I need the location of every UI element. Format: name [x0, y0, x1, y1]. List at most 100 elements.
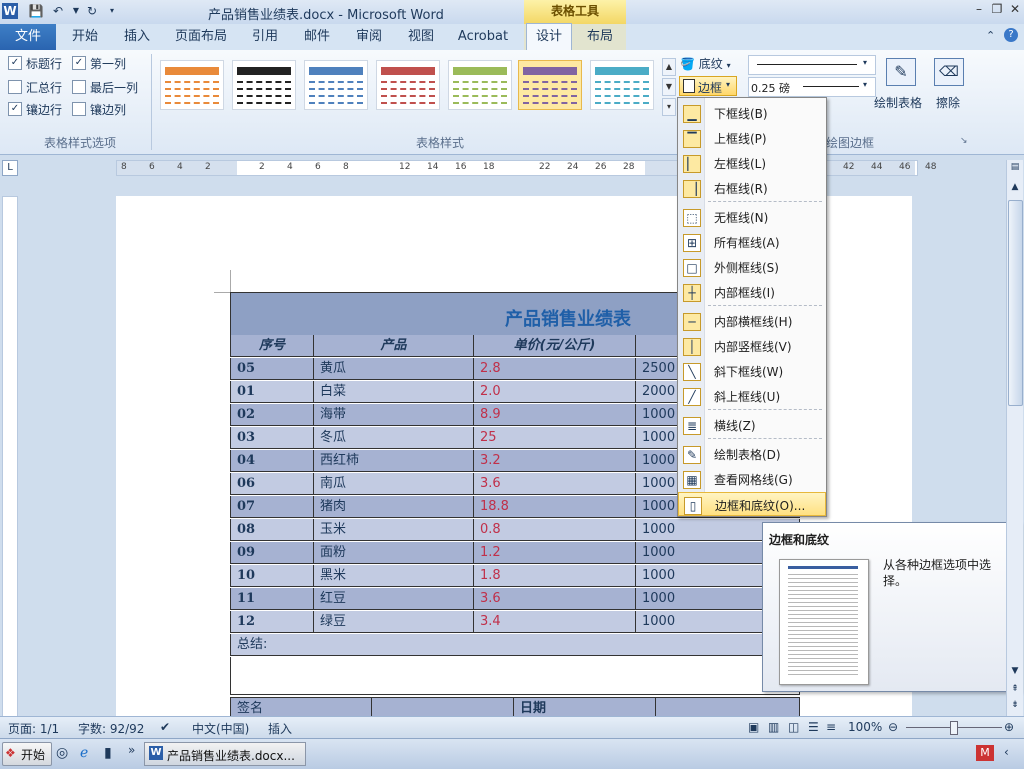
- scroll-up-icon[interactable]: ▲: [1008, 182, 1022, 196]
- tab-acrobat[interactable]: Acrobat: [452, 24, 514, 50]
- border-menu-item[interactable]: ▕ 右框线(R): [678, 176, 826, 200]
- table-cell-id[interactable]: 01: [230, 381, 314, 403]
- table-cell-product[interactable]: 黄瓜: [314, 358, 474, 380]
- close-icon[interactable]: ✕: [1006, 2, 1024, 18]
- table-cell-price[interactable]: 1.2: [474, 542, 636, 564]
- border-menu-item[interactable]: ╲ 斜下框线(W): [678, 359, 826, 383]
- table-cell-product[interactable]: 玉米: [314, 519, 474, 541]
- table-cell-product[interactable]: 海带: [314, 404, 474, 426]
- table-cell-product[interactable]: 面粉: [314, 542, 474, 564]
- border-menu-item[interactable]: │ 内部竖框线(V): [678, 334, 826, 358]
- table-cell-price[interactable]: 2.8: [474, 358, 636, 380]
- save-icon[interactable]: 💾: [28, 3, 44, 19]
- border-menu-item[interactable]: ┼ 内部框线(I): [678, 280, 826, 304]
- border-menu-item[interactable]: ≣ 横线(Z): [678, 413, 826, 437]
- ruler-toggle-icon[interactable]: ▤: [1008, 162, 1022, 176]
- border-menu-item[interactable]: ╱ 斜上框线(U): [678, 384, 826, 408]
- undo-dropdown-icon[interactable]: ▼: [68, 3, 84, 19]
- start-button[interactable]: ❖ 开始: [2, 742, 52, 766]
- table-cell-id[interactable]: 11: [230, 588, 314, 610]
- insert-mode[interactable]: 插入: [268, 720, 292, 737]
- border-menu-item[interactable]: ⬚ 无框线(N): [678, 205, 826, 229]
- table-style-thumbnail[interactable]: [160, 60, 224, 110]
- outline-view-icon[interactable]: ☰: [808, 720, 819, 734]
- word-count[interactable]: 字数: 92/92: [78, 720, 144, 737]
- border-menu-item[interactable]: ▯ 边框和底纹(O)...: [678, 492, 826, 516]
- dialog-launcher-icon[interactable]: ↘: [960, 136, 968, 146]
- table-cell-id[interactable]: 06: [230, 473, 314, 495]
- border-menu-item[interactable]: ─ 内部横框线(H): [678, 309, 826, 333]
- table-cell-price[interactable]: 3.6: [474, 588, 636, 610]
- table-cell-price[interactable]: 8.9: [474, 404, 636, 426]
- table-cell-id[interactable]: 04: [230, 450, 314, 472]
- border-menu-item[interactable]: ▁ 下框线(B): [678, 101, 826, 125]
- scroll-thumb[interactable]: [1008, 200, 1023, 406]
- gallery-scroll-up[interactable]: ▲: [662, 58, 676, 76]
- border-menu-item[interactable]: ▏ 左框线(L): [678, 151, 826, 175]
- gallery-scroll-down[interactable]: ▼: [662, 78, 676, 96]
- word-app-icon[interactable]: W: [2, 3, 18, 19]
- checkbox-banded-rows[interactable]: ✓: [8, 102, 22, 116]
- border-menu-item[interactable]: ⊞ 所有框线(A): [678, 230, 826, 254]
- taskbar-word-window[interactable]: W 产品销售业绩表.docx...: [144, 742, 306, 766]
- tab-mailings[interactable]: 邮件: [296, 24, 338, 50]
- draw-table-button[interactable]: ✎ 绘制表格: [874, 56, 928, 114]
- web-layout-icon[interactable]: ◫: [788, 720, 799, 734]
- table-cell-id[interactable]: 02: [230, 404, 314, 426]
- tray-app-icon[interactable]: M: [976, 745, 994, 761]
- draft-view-icon[interactable]: ≡: [826, 720, 836, 734]
- pen-weight-select[interactable]: 0.25 磅 ▾: [748, 77, 876, 97]
- internet-explorer-icon[interactable]: ℯ: [80, 745, 88, 761]
- zoom-out-icon[interactable]: ⊖: [888, 720, 898, 734]
- table-style-thumbnail[interactable]: [590, 60, 654, 110]
- tray-overflow-icon[interactable]: ‹: [1004, 745, 1009, 759]
- table-cell-product[interactable]: 冬瓜: [314, 427, 474, 449]
- table-cell-product[interactable]: 绿豆: [314, 611, 474, 633]
- header-cell-id[interactable]: 序号: [230, 335, 314, 357]
- collapse-ribbon-icon[interactable]: ⌃: [986, 29, 995, 42]
- redo-icon[interactable]: ↻: [84, 3, 100, 19]
- borders-button[interactable]: 边框 ▾: [679, 76, 737, 96]
- table-cell-id[interactable]: 05: [230, 358, 314, 380]
- header-cell-price[interactable]: 单价(元/公斤): [474, 335, 636, 357]
- tab-file[interactable]: 文件: [0, 24, 56, 50]
- checkbox-last-column[interactable]: [72, 80, 86, 94]
- pen-style-select[interactable]: ▾: [748, 55, 876, 75]
- checkbox-header-row[interactable]: ✓: [8, 56, 22, 70]
- tab-design[interactable]: 设计: [526, 23, 572, 51]
- undo-icon[interactable]: ↶: [50, 3, 66, 19]
- table-cell-product[interactable]: 南瓜: [314, 473, 474, 495]
- table-cell-product[interactable]: 黑米: [314, 565, 474, 587]
- table-cell-price[interactable]: 3.4: [474, 611, 636, 633]
- border-menu-item[interactable]: ▦ 查看网格线(G): [678, 467, 826, 491]
- zoom-level[interactable]: 100%: [848, 720, 882, 734]
- vertical-scrollbar[interactable]: ▤ ▲ ▼ ⇞ ⇟: [1006, 160, 1023, 716]
- spelling-check-icon[interactable]: ✔: [160, 720, 170, 734]
- table-cell-id[interactable]: 09: [230, 542, 314, 564]
- table-style-thumbnail[interactable]: [232, 60, 296, 110]
- gallery-more[interactable]: ▾: [662, 98, 676, 116]
- help-icon[interactable]: ?: [1004, 28, 1018, 42]
- table-cell-price[interactable]: 2.0: [474, 381, 636, 403]
- checkbox-first-column[interactable]: ✓: [72, 56, 86, 70]
- quick-launch-icon[interactable]: ▮: [104, 745, 112, 761]
- eraser-button[interactable]: ⌫ 擦除: [930, 56, 970, 114]
- previous-page-icon[interactable]: ⇞: [1008, 684, 1022, 698]
- checkbox-total-row[interactable]: [8, 80, 22, 94]
- tab-layout[interactable]: 布局: [578, 24, 622, 50]
- tab-home[interactable]: 开始: [62, 24, 108, 50]
- table-cell-id[interactable]: 10: [230, 565, 314, 587]
- table-cell-price[interactable]: 25: [474, 427, 636, 449]
- next-page-icon[interactable]: ⇟: [1008, 700, 1022, 714]
- table-cell-price[interactable]: 1.8: [474, 565, 636, 587]
- quick-launch-overflow-icon[interactable]: »: [128, 743, 135, 757]
- minimize-icon[interactable]: –: [970, 2, 988, 18]
- restore-icon[interactable]: ❐: [988, 2, 1006, 18]
- table-cell-price[interactable]: 18.8: [474, 496, 636, 518]
- tab-view[interactable]: 视图: [400, 24, 442, 50]
- table-cell-price[interactable]: 0.8: [474, 519, 636, 541]
- tab-review[interactable]: 审阅: [348, 24, 390, 50]
- table-cell-price[interactable]: 3.2: [474, 450, 636, 472]
- table-cell-id[interactable]: 07: [230, 496, 314, 518]
- shading-button[interactable]: 🪣 底纹 ▾: [680, 55, 742, 73]
